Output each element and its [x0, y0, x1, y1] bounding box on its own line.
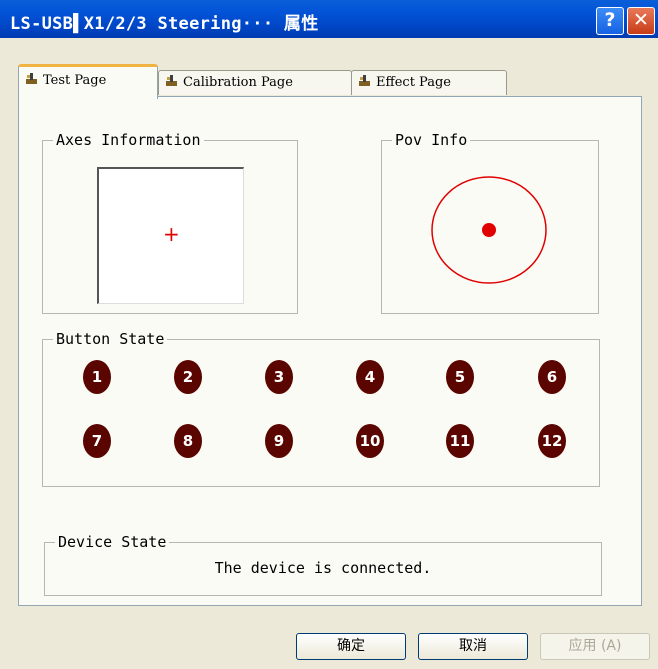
button-indicator-9: 9	[265, 424, 293, 458]
title-bar[interactable]: LS-USB▌X1/2/3 Steering··· 属性 ? ✕	[0, 0, 658, 38]
button-indicator-3: 3	[265, 360, 293, 394]
tab-calibration-page[interactable]: Calibration Page	[158, 70, 352, 95]
joystick-icon	[26, 73, 37, 84]
button-state-group: Button State 1 2 3 4 5 6 7 8 9 10 11 12	[42, 330, 600, 487]
button-indicator-7: 7	[83, 424, 111, 458]
button-state-label: Button State	[53, 330, 168, 348]
device-status-text: The device is connected.	[214, 559, 432, 577]
pov-center-dot	[482, 223, 496, 237]
axis-position-marker: +	[163, 222, 180, 246]
cancel-button[interactable]: 取消	[418, 633, 528, 660]
properties-dialog: LS-USB▌X1/2/3 Steering··· 属性 ? ✕ Test Pa…	[0, 0, 658, 669]
close-button[interactable]: ✕	[627, 7, 655, 35]
device-state-label: Device State	[55, 533, 170, 551]
pov-indicator	[431, 176, 547, 284]
button-indicator-6: 6	[538, 360, 566, 394]
pov-info-label: Pov Info	[392, 131, 471, 149]
axes-information-label: Axes Information	[53, 131, 204, 149]
tab-test-page[interactable]: Test Page	[18, 64, 158, 99]
axes-display: +	[97, 167, 244, 304]
axes-information-group: Axes Information +	[42, 131, 298, 314]
window-title: LS-USB▌X1/2/3 Steering··· 属性	[10, 14, 319, 34]
pov-info-group: Pov Info	[381, 131, 599, 314]
tab-label: Effect Page	[376, 75, 451, 90]
button-indicator-2: 2	[174, 360, 202, 394]
help-button[interactable]: ?	[596, 7, 624, 35]
device-state-group: Device State The device is connected.	[44, 533, 602, 596]
tab-effect-page[interactable]: Effect Page	[351, 70, 507, 95]
button-indicator-12: 12	[538, 424, 566, 458]
tab-label: Calibration Page	[183, 75, 293, 90]
test-page-panel: Axes Information + Pov Info Button State…	[18, 96, 642, 606]
tab-label: Test Page	[43, 73, 107, 88]
button-indicator-10: 10	[356, 424, 384, 458]
joystick-icon	[359, 75, 370, 86]
joystick-icon	[166, 75, 177, 86]
ok-button[interactable]: 确定	[296, 633, 406, 660]
button-indicator-8: 8	[174, 424, 202, 458]
button-indicator-4: 4	[356, 360, 384, 394]
button-indicator-11: 11	[446, 424, 474, 458]
button-indicator-1: 1	[83, 360, 111, 394]
button-indicator-5: 5	[446, 360, 474, 394]
apply-button[interactable]: 应用 (A)	[540, 633, 650, 660]
